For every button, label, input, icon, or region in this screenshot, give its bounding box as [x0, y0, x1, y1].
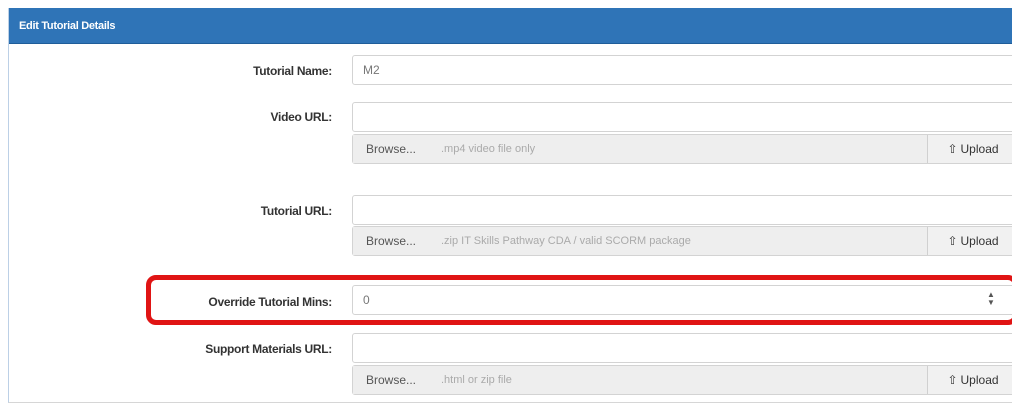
tutorial-file-placeholder: .zip IT Skills Pathway CDA / valid SCORM…	[429, 227, 927, 255]
tutorial-upload-label: Upload	[960, 234, 999, 248]
video-browse-button[interactable]: Browse...	[353, 135, 430, 163]
support-url-label: Support Materials URL:	[205, 342, 332, 356]
video-file-picker: Browse... .mp4 video file only ⇧ Upload	[352, 134, 1012, 164]
tutorial-url-input[interactable]	[352, 195, 1012, 225]
tutorial-browse-button[interactable]: Browse...	[353, 227, 430, 255]
tutorial-name-input[interactable]: M2	[352, 55, 1012, 85]
upload-icon: ⇧	[947, 373, 958, 387]
support-file-picker: Browse... .html or zip file ⇧ Upload	[352, 365, 1012, 395]
upload-icon: ⇧	[947, 142, 958, 156]
tutorial-url-label: Tutorial URL:	[260, 204, 333, 218]
panel-title: Edit Tutorial Details	[9, 8, 1012, 44]
tutorial-upload-button[interactable]: ⇧ Upload	[927, 227, 1012, 255]
video-upload-button[interactable]: ⇧ Upload	[927, 135, 1012, 163]
support-browse-button[interactable]: Browse...	[353, 366, 430, 394]
video-upload-label: Upload	[960, 142, 999, 156]
support-file-placeholder: .html or zip file	[429, 366, 927, 394]
tutorial-name-label: Tutorial Name:	[253, 64, 332, 78]
support-upload-label: Upload	[960, 373, 999, 387]
upload-icon: ⇧	[947, 234, 958, 248]
highlight-box	[146, 275, 1012, 325]
video-url-input[interactable]	[352, 102, 1012, 132]
video-file-placeholder: .mp4 video file only	[429, 135, 927, 163]
video-url-label: Video URL:	[270, 110, 333, 124]
support-url-input[interactable]	[352, 333, 1012, 363]
support-upload-button[interactable]: ⇧ Upload	[927, 366, 1012, 394]
tutorial-file-picker: Browse... .zip IT Skills Pathway CDA / v…	[352, 226, 1012, 256]
